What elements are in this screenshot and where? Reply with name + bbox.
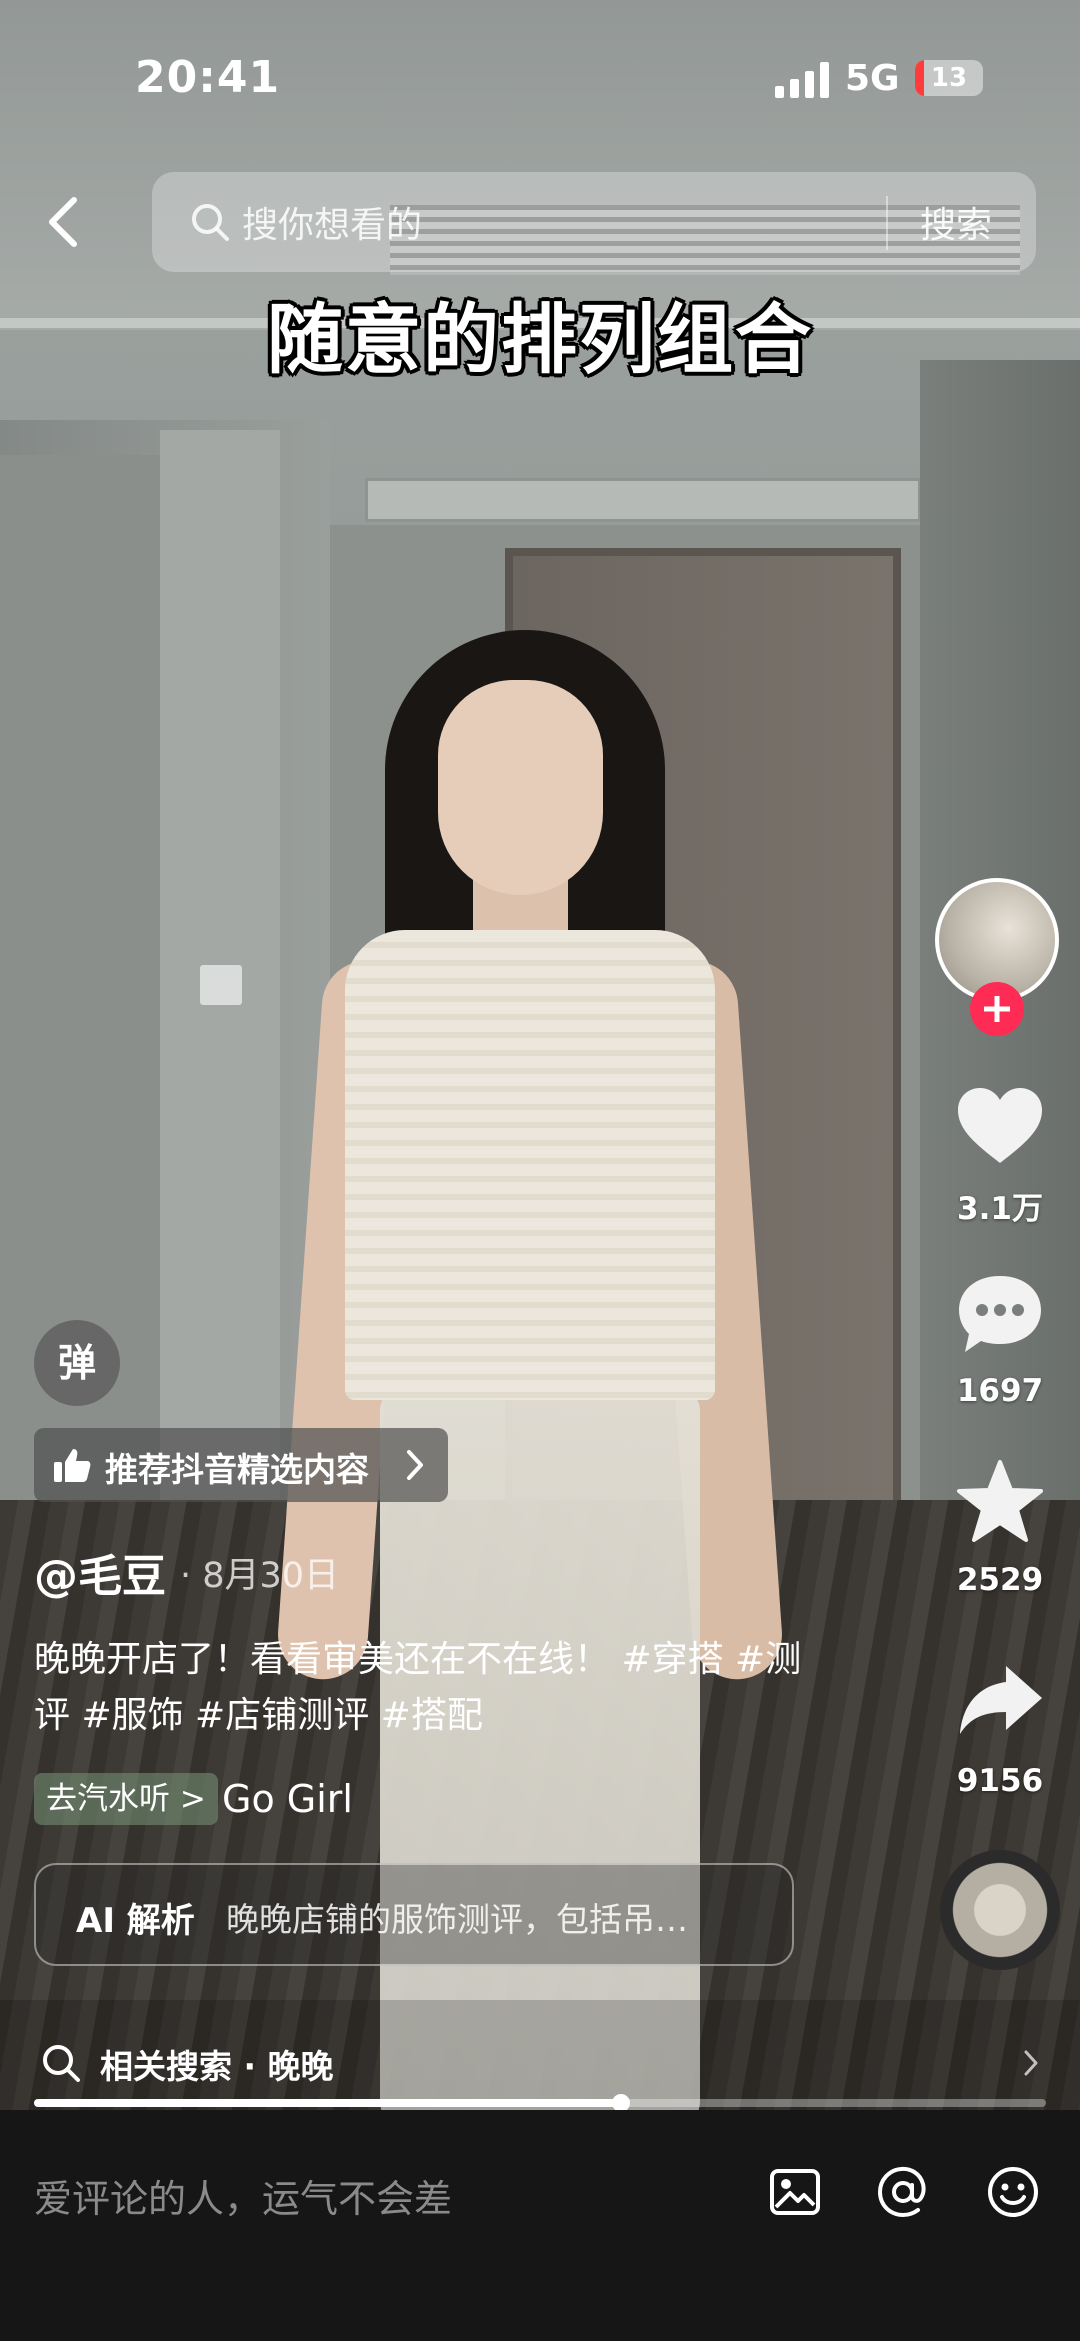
share-count: 9156 — [956, 1763, 1044, 1799]
ai-summary-label: AI 解析 — [76, 1901, 195, 1941]
like-count: 3.1万 — [957, 1191, 1043, 1227]
share-icon[interactable] — [958, 1662, 1044, 1736]
chevron-left-icon — [49, 197, 77, 247]
search-divider — [886, 196, 888, 250]
person-top — [345, 930, 715, 1400]
follow-button[interactable] — [970, 982, 1024, 1036]
music-disc[interactable] — [940, 1850, 1060, 1970]
search-icon — [188, 200, 232, 244]
chevron-right-icon — [407, 1450, 423, 1480]
battery-icon: 13 — [915, 60, 983, 96]
search-icon — [43, 2045, 80, 2082]
person-face — [438, 680, 603, 895]
video-progress-bar[interactable] — [34, 2094, 1046, 2112]
back-button[interactable] — [36, 190, 90, 254]
signal-icon — [775, 62, 831, 98]
video-progress-fill — [34, 2099, 621, 2107]
network-type: 5G — [845, 58, 900, 99]
heart-icon[interactable] — [954, 1085, 1046, 1167]
video-screen: 20:41 5G 13 搜你想看的 搜索 随意的排列组合 3.1万 1697 2… — [0, 0, 1080, 2341]
danmu-toggle-button[interactable]: 弹 — [34, 1320, 120, 1406]
thumbs-up-icon — [54, 1449, 91, 1482]
ai-summary-text: 晚晚店铺的服饰测评，包括吊… — [226, 1900, 688, 1939]
emoji-icon[interactable] — [984, 2163, 1042, 2221]
danmu-label: 弹 — [57, 1341, 96, 1385]
comment-bar — [0, 2110, 1080, 2341]
author-name[interactable]: @毛豆 — [34, 1540, 166, 1604]
related-search-label: 相关搜索 · 晚晚 — [100, 2047, 334, 2086]
scene-ceiling-light — [365, 478, 921, 522]
post-date: · 8月30日 — [180, 1556, 340, 1596]
comment-icon[interactable] — [955, 1272, 1045, 1356]
image-icon[interactable] — [766, 2163, 824, 2221]
chevron-right-icon — [1024, 2050, 1038, 2076]
battery-percent: 13 — [930, 63, 968, 93]
search-button[interactable]: 搜索 — [920, 196, 992, 248]
comment-input[interactable]: 爱评论的人，运气不会差 — [34, 2168, 452, 2223]
search-input[interactable]: 搜你想看的 — [242, 196, 422, 248]
status-bar: 20:41 5G 13 — [0, 0, 1080, 160]
comment-count: 1697 — [956, 1373, 1044, 1409]
video-description[interactable]: 晚晚开店了！看看审美还在不在线！ #穿搭 #测评 #服饰 #店铺测评 #搭配 — [34, 1632, 834, 1744]
at-icon[interactable] — [874, 2163, 932, 2221]
recommend-label: 推荐抖音精选内容 — [105, 1450, 369, 1489]
video-caption: 随意的排列组合 — [267, 295, 813, 384]
scene-light-switch — [200, 965, 242, 1005]
status-time: 20:41 — [135, 52, 281, 103]
favorite-count: 2529 — [956, 1562, 1044, 1598]
star-icon[interactable] — [955, 1458, 1045, 1544]
music-title[interactable]: Go Girl — [222, 1777, 353, 1821]
music-source-chip[interactable]: 去汽水听 > — [34, 1773, 218, 1825]
